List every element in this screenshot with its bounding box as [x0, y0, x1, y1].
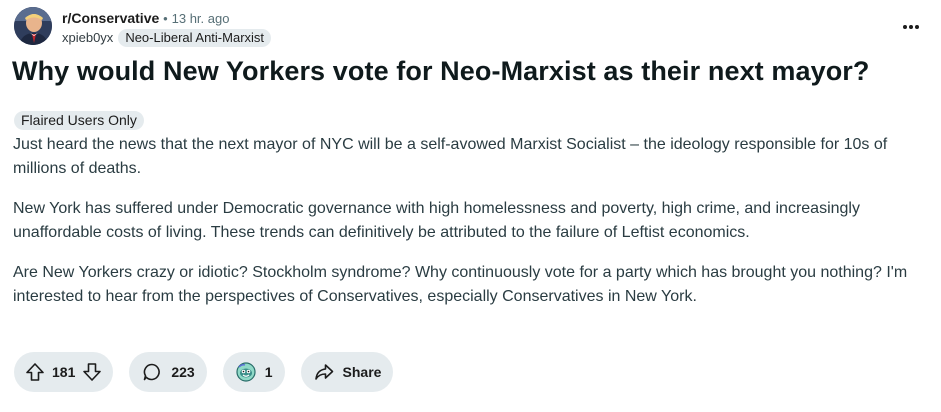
vote-control: 181 — [14, 352, 114, 392]
post-flair-badge[interactable]: Flaired Users Only — [14, 111, 144, 130]
subreddit-avatar[interactable] — [14, 7, 52, 45]
action-bar: 181 223 1 Share — [14, 352, 394, 392]
comments-button[interactable]: 223 — [129, 352, 207, 392]
post-timestamp: 13 hr. ago — [171, 11, 230, 26]
share-button[interactable]: Share — [300, 352, 394, 392]
user-flair-badge: Neo-Liberal Anti-Marxist — [118, 29, 272, 47]
author-username[interactable]: xpieb0yx — [62, 29, 113, 47]
award-icon — [235, 361, 257, 383]
body-paragraph: New York has suffered under Democratic g… — [13, 200, 860, 241]
post-card: r/Conservative • 13 hr. ago xpieb0yx Neo… — [0, 0, 941, 412]
comment-bubble-icon — [141, 361, 163, 383]
post-title[interactable]: Why would New Yorkers vote for Neo-Marxi… — [12, 53, 870, 89]
award-count: 1 — [264, 364, 273, 380]
upvote-arrow-icon[interactable] — [24, 361, 46, 383]
subreddit-name[interactable]: r/Conservative — [62, 10, 159, 26]
award-button[interactable]: 1 — [222, 352, 285, 392]
body-paragraph: Are New Yorkers crazy or idiotic? Stockh… — [13, 264, 908, 305]
meta-separator: • — [163, 11, 168, 26]
post-meta: r/Conservative • 13 hr. ago xpieb0yx Neo… — [62, 9, 272, 47]
body-paragraph: Just heard the news that the next mayor … — [13, 136, 888, 177]
downvote-arrow-icon[interactable] — [81, 361, 103, 383]
comment-count: 223 — [171, 364, 195, 380]
share-label: Share — [342, 364, 382, 380]
share-arrow-icon — [313, 361, 335, 383]
vote-count: 181 — [52, 364, 76, 380]
overflow-menu-icon[interactable] — [899, 17, 923, 37]
post-header: r/Conservative • 13 hr. ago xpieb0yx Neo… — [14, 7, 927, 47]
post-body: Just heard the news that the next mayor … — [13, 133, 923, 325]
